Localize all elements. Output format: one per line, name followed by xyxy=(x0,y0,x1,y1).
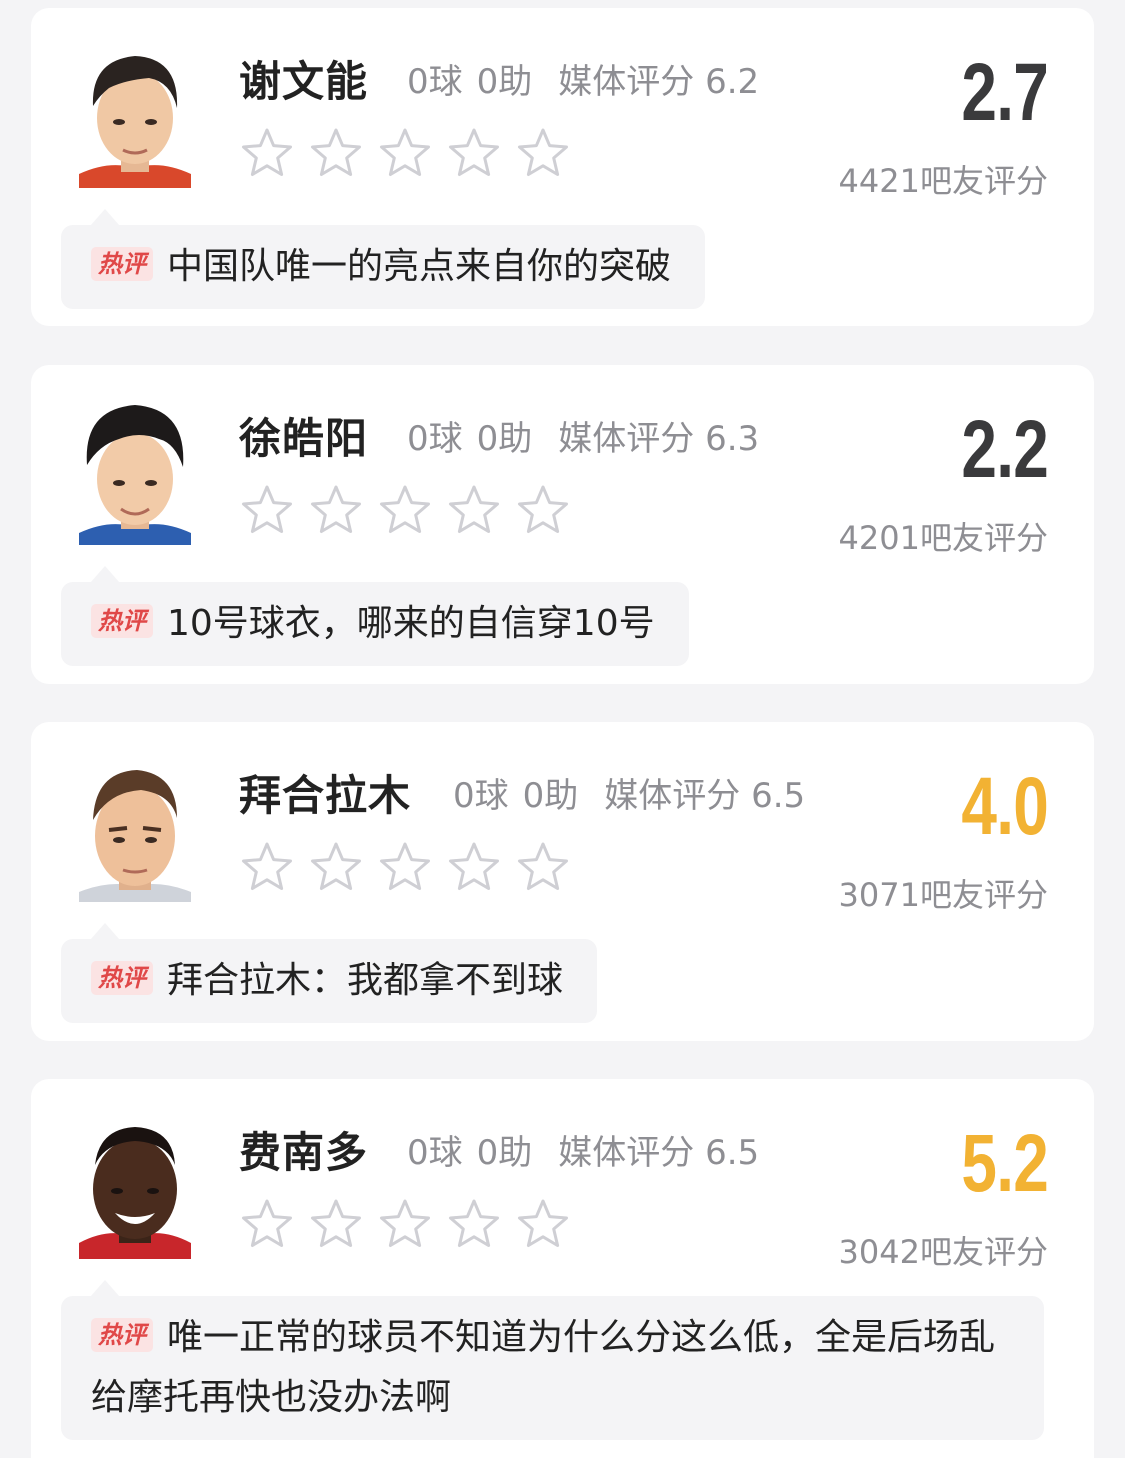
star-icon[interactable] xyxy=(377,126,433,182)
player-name: 谢文能 xyxy=(239,57,369,106)
star-icon[interactable] xyxy=(446,1197,502,1253)
goals-count: 0球 xyxy=(407,62,463,102)
goals-count: 0球 xyxy=(407,1133,463,1173)
fan-score: 2.2 xyxy=(961,404,1048,495)
hot-comment-badge: 热评 xyxy=(91,247,153,281)
star-icon[interactable] xyxy=(377,1197,433,1253)
hot-comment-badge: 热评 xyxy=(91,1318,153,1352)
goals-count: 0球 xyxy=(407,419,463,459)
star-rating-input[interactable] xyxy=(239,840,584,896)
player-avatar[interactable] xyxy=(79,756,191,902)
star-icon[interactable] xyxy=(308,483,364,539)
player-stats: 0球 0助 媒体评分 6.5 xyxy=(407,1125,759,1174)
star-rating-input[interactable] xyxy=(239,126,584,182)
star-icon[interactable] xyxy=(239,483,295,539)
player-card[interactable]: 徐皓阳 0球 0助 媒体评分 6.3 2.2 4201吧友评分 热评 10号球衣，哪来… xyxy=(31,365,1094,684)
player-stats: 0球 0助 媒体评分 6.2 xyxy=(407,54,759,103)
player-avatar[interactable] xyxy=(79,399,191,545)
player-card[interactable]: 拜合拉木 0球 0助 媒体评分 6.5 4.0 3071吧友评分 热评 拜合拉木：我都… xyxy=(31,722,1094,1041)
media-rating: 媒体评分 6.2 xyxy=(558,62,760,102)
star-icon[interactable] xyxy=(377,483,433,539)
assists-count: 0助 xyxy=(522,776,579,816)
hot-comment-text: 10号球衣，哪来的自信穿10号 xyxy=(167,603,655,644)
rater-count: 3071吧友评分 xyxy=(838,876,1048,914)
media-rating: 媒体评分 6.5 xyxy=(558,1133,760,1173)
hot-comment[interactable]: 热评 拜合拉木：我都拿不到球 xyxy=(61,923,598,1023)
star-icon[interactable] xyxy=(308,1197,364,1253)
player-avatar[interactable] xyxy=(79,42,191,188)
player-avatar[interactable] xyxy=(79,1113,191,1259)
star-icon[interactable] xyxy=(308,840,364,896)
fan-score: 4.0 xyxy=(961,761,1048,852)
star-icon[interactable] xyxy=(308,126,364,182)
star-icon[interactable] xyxy=(515,840,571,896)
goals-count: 0球 xyxy=(453,776,509,816)
star-rating-input[interactable] xyxy=(239,1197,584,1253)
player-name: 徐皓阳 xyxy=(239,414,369,463)
assists-count: 0助 xyxy=(476,1133,533,1173)
hot-comment-text: 拜合拉木：我都拿不到球 xyxy=(167,960,564,1001)
star-icon[interactable] xyxy=(515,483,571,539)
star-icon[interactable] xyxy=(515,126,571,182)
star-icon[interactable] xyxy=(239,840,295,896)
star-icon[interactable] xyxy=(446,126,502,182)
fan-score: 5.2 xyxy=(961,1118,1048,1209)
star-icon[interactable] xyxy=(239,126,295,182)
rater-count: 4421吧友评分 xyxy=(838,162,1048,200)
fan-score: 2.7 xyxy=(961,47,1048,138)
player-stats: 0球 0助 媒体评分 6.3 xyxy=(407,411,759,460)
star-icon[interactable] xyxy=(239,1197,295,1253)
hot-comment[interactable]: 热评 中国队唯一的亮点来自你的突破 xyxy=(61,209,706,309)
hot-comment[interactable]: 热评 唯一正常的球员不知道为什么分这么低，全是后场乱给摩托再快也没办法啊 xyxy=(61,1280,1044,1440)
player-stats: 0球 0助 媒体评分 6.5 xyxy=(453,768,805,817)
media-rating: 媒体评分 6.5 xyxy=(604,776,806,816)
player-name: 费南多 xyxy=(239,1128,369,1177)
rater-count: 4201吧友评分 xyxy=(838,519,1048,557)
assists-count: 0助 xyxy=(476,419,533,459)
star-icon[interactable] xyxy=(446,840,502,896)
player-name: 拜合拉木 xyxy=(239,771,412,820)
assists-count: 0助 xyxy=(476,62,533,102)
rater-count: 3042吧友评分 xyxy=(838,1233,1048,1271)
hot-comment-badge: 热评 xyxy=(91,604,153,638)
hot-comment[interactable]: 热评 10号球衣，哪来的自信穿10号 xyxy=(61,566,689,666)
star-icon[interactable] xyxy=(515,1197,571,1253)
star-icon[interactable] xyxy=(446,483,502,539)
media-rating: 媒体评分 6.3 xyxy=(558,419,760,459)
star-rating-input[interactable] xyxy=(239,483,584,539)
hot-comment-text: 唯一正常的球员不知道为什么分这么低，全是后场乱给摩托再快也没办法啊 xyxy=(91,1317,996,1418)
hot-comment-badge: 热评 xyxy=(91,961,153,995)
hot-comment-text: 中国队唯一的亮点来自你的突破 xyxy=(167,246,672,287)
star-icon[interactable] xyxy=(377,840,433,896)
player-card[interactable]: 费南多 0球 0助 媒体评分 6.5 5.2 3042吧友评分 热评 唯一正常的球员不… xyxy=(31,1079,1094,1458)
player-card[interactable]: 谢文能 0球 0助 媒体评分 6.2 2.7 4421吧友评分 热评 中国队唯一的亮点… xyxy=(31,8,1094,326)
